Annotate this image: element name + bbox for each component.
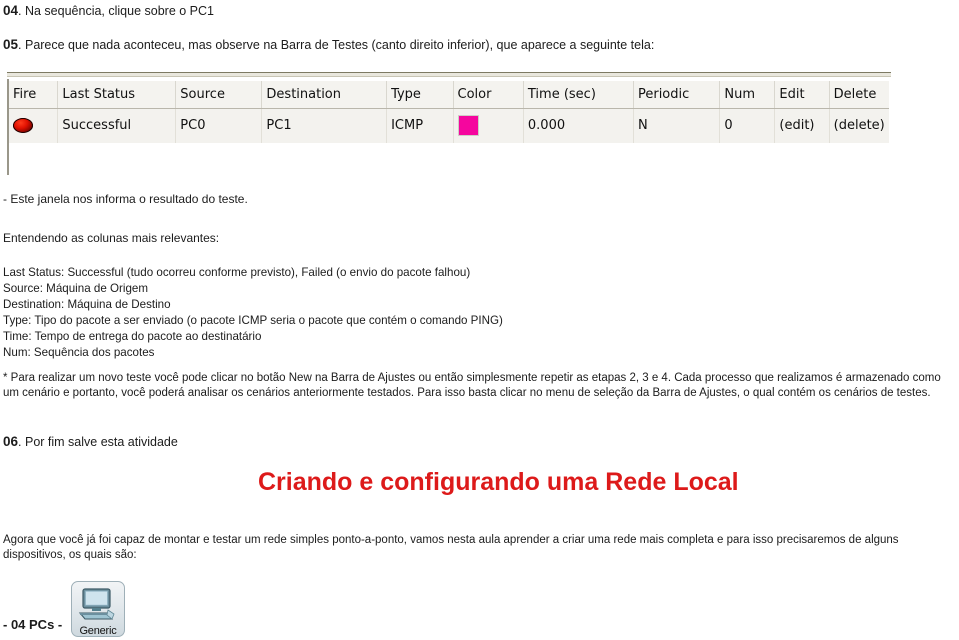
step-06-text: . Por fim salve esta atividade [18, 435, 178, 449]
columns-intro-note: Entendendo as colunas mais relevantes: [3, 231, 220, 245]
tip-paragraph: * Para realizar um novo teste você pode … [3, 372, 941, 400]
cell-type: ICMP [386, 108, 454, 143]
table-header-row: Fire Last Status Source Destination Type… [9, 81, 889, 109]
fire-indicator-icon[interactable] [13, 118, 33, 133]
step-05-text: . Parece que nada aconteceu, mas observe… [18, 38, 655, 52]
results-grid: Fire Last Status Source Destination Type… [9, 81, 889, 143]
window-info-note: - Este janela nos informa o resultado do… [3, 192, 248, 206]
device-list-label: - 04 PCs - [3, 617, 63, 632]
test-results-panel: Fire Last Status Source Destination Type… [7, 72, 891, 175]
device-icon-label: Generic [79, 625, 117, 637]
document-page: 04. Na sequência, clique sobre o PC1 05.… [0, 0, 959, 640]
generic-pc-icon [78, 588, 115, 620]
col-header-last-status[interactable]: Last Status [57, 81, 177, 109]
cell-fire[interactable] [9, 108, 59, 143]
col-header-type[interactable]: Type [386, 81, 454, 109]
step-04-text: . Na sequência, clique sobre o PC1 [18, 4, 214, 18]
col-header-color[interactable]: Color [453, 81, 524, 109]
step-06-number: 06 [3, 434, 19, 449]
results-table: Fire Last Status Source Destination Type… [9, 81, 889, 143]
step-06: 06. Por fim salve esta atividade [3, 434, 178, 451]
packet-color-swatch[interactable] [457, 115, 479, 136]
cell-time: 0.000 [523, 108, 634, 143]
cell-delete-link[interactable]: (delete) [829, 108, 889, 143]
cell-periodic: N [633, 108, 721, 143]
column-definitions: Last Status: Successful (tudo ocorreu co… [3, 266, 503, 359]
col-header-num[interactable]: Num [719, 81, 776, 109]
table-row[interactable]: Successful PC0 PC1 ICMP 0.000 N 0 (edit)… [9, 108, 889, 143]
cell-last-status: Successful [57, 108, 177, 143]
section-title: Criando e configurando uma Rede Local [258, 468, 739, 496]
col-header-time[interactable]: Time (sec) [523, 81, 634, 109]
cell-num: 0 [719, 108, 776, 143]
col-header-destination[interactable]: Destination [261, 81, 388, 109]
cell-destination: PC1 [261, 108, 388, 143]
col-header-source[interactable]: Source [175, 81, 263, 109]
step-04: 04. Na sequência, clique sobre o PC1 [3, 3, 214, 20]
device-icon-generic-pc[interactable]: Generic [71, 581, 127, 639]
cell-source: PC0 [175, 108, 263, 143]
panel-title-bar [7, 72, 891, 79]
col-header-periodic[interactable]: Periodic [633, 81, 721, 109]
section-intro-paragraph: Agora que você já foi capaz de montar e … [3, 534, 899, 562]
cell-color[interactable] [453, 108, 524, 143]
col-header-edit[interactable]: Edit [774, 81, 830, 109]
step-05: 05. Parece que nada aconteceu, mas obser… [3, 37, 654, 54]
col-header-delete[interactable]: Delete [829, 81, 889, 109]
step-04-number: 04 [3, 3, 19, 18]
col-header-fire[interactable]: Fire [9, 81, 59, 109]
cell-edit-link[interactable]: (edit) [774, 108, 830, 143]
step-05-number: 05 [3, 37, 19, 52]
